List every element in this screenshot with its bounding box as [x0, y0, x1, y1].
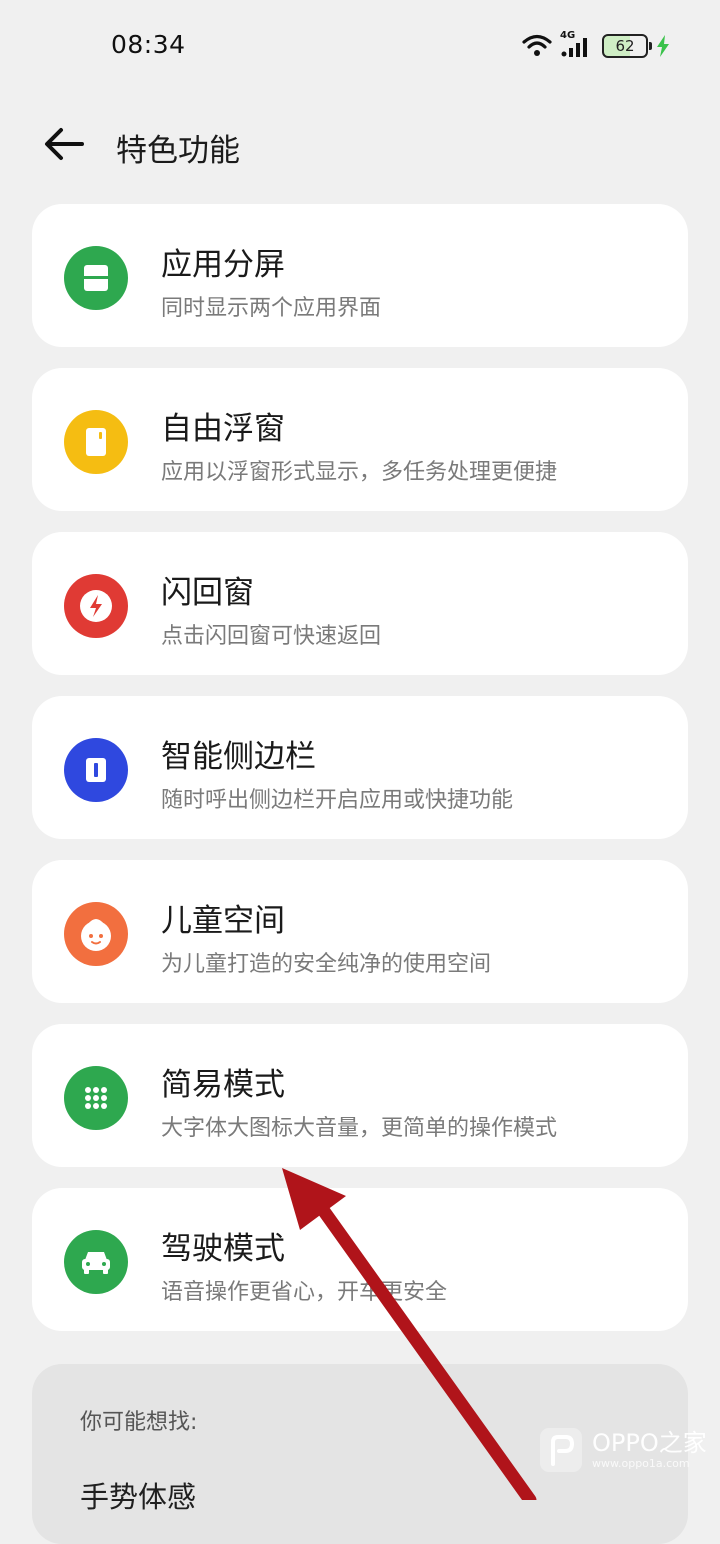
- wifi-icon: [522, 34, 552, 56]
- suggestion-item[interactable]: 手势体感: [80, 1474, 196, 1516]
- watermark: OPPO之家 www.oppo1a.com: [540, 1418, 707, 1482]
- watermark-text: OPPO之家 www.oppo1a.com: [592, 1429, 707, 1471]
- feature-subtitle: 应用以浮窗形式显示，多任务处理更便捷: [161, 460, 558, 485]
- sidebar-icon: [64, 738, 128, 802]
- signal-icon: 4G: [560, 30, 594, 58]
- back-arrow-icon: [45, 128, 84, 160]
- feature-subtitle: 大字体大图标大音量，更简单的操作模式: [161, 1116, 558, 1141]
- split-screen-icon: [64, 246, 128, 310]
- oppo-home-logo-icon: [540, 1428, 582, 1472]
- feature-card-floating-window[interactable]: 自由浮窗 应用以浮窗形式显示，多任务处理更便捷: [32, 368, 688, 511]
- feature-subtitle: 为儿童打造的安全纯净的使用空间: [161, 952, 492, 977]
- car-icon: [64, 1230, 128, 1294]
- status-bar: 08:34 4G 62: [0, 0, 720, 92]
- feature-title: 闪回窗: [161, 575, 254, 611]
- feature-subtitle: 点击闪回窗可快速返回: [161, 624, 382, 649]
- floating-window-icon: [64, 410, 128, 474]
- feature-subtitle: 随时呼出侧边栏开启应用或快捷功能: [161, 788, 514, 813]
- watermark-brand: OPPO之家: [592, 1429, 707, 1457]
- feature-title: 简易模式: [161, 1067, 285, 1103]
- page-header: 特色功能: [0, 92, 720, 196]
- kid-face-icon: [64, 902, 128, 966]
- feature-title: 自由浮窗: [161, 411, 285, 447]
- status-icons: 4G 62: [522, 30, 670, 61]
- battery-level: 62: [615, 37, 635, 55]
- watermark-url: www.oppo1a.com: [592, 1457, 690, 1470]
- feature-title: 儿童空间: [161, 903, 285, 939]
- feature-title: 应用分屏: [161, 247, 285, 283]
- feature-card-smart-sidebar[interactable]: 智能侧边栏 随时呼出侧边栏开启应用或快捷功能: [32, 696, 688, 839]
- feature-title: 智能侧边栏: [161, 739, 316, 775]
- feature-card-driving-mode[interactable]: 驾驶模式 语音操作更省心，开车更安全: [32, 1188, 688, 1331]
- feature-card-split-screen[interactable]: 应用分屏 同时显示两个应用界面: [32, 204, 688, 347]
- suggestions-label: 你可能想找:: [80, 1410, 198, 1435]
- feature-card-flashback[interactable]: 闪回窗 点击闪回窗可快速返回: [32, 532, 688, 675]
- grid-dots-icon: [64, 1066, 128, 1130]
- charging-icon: [657, 35, 669, 57]
- feature-card-kids-space[interactable]: 儿童空间 为儿童打造的安全纯净的使用空间: [32, 860, 688, 1003]
- feature-title: 驾驶模式: [161, 1231, 285, 1267]
- status-time: 08:34: [111, 30, 186, 59]
- feature-card-simple-mode[interactable]: 简易模式 大字体大图标大音量，更简单的操作模式: [32, 1024, 688, 1167]
- page-title: 特色功能: [116, 133, 240, 169]
- feature-subtitle: 语音操作更省心，开车更安全: [161, 1280, 448, 1305]
- back-button[interactable]: [40, 122, 90, 168]
- battery-indicator: 62: [602, 34, 652, 58]
- flashback-icon: [64, 574, 128, 638]
- feature-subtitle: 同时显示两个应用界面: [161, 296, 382, 321]
